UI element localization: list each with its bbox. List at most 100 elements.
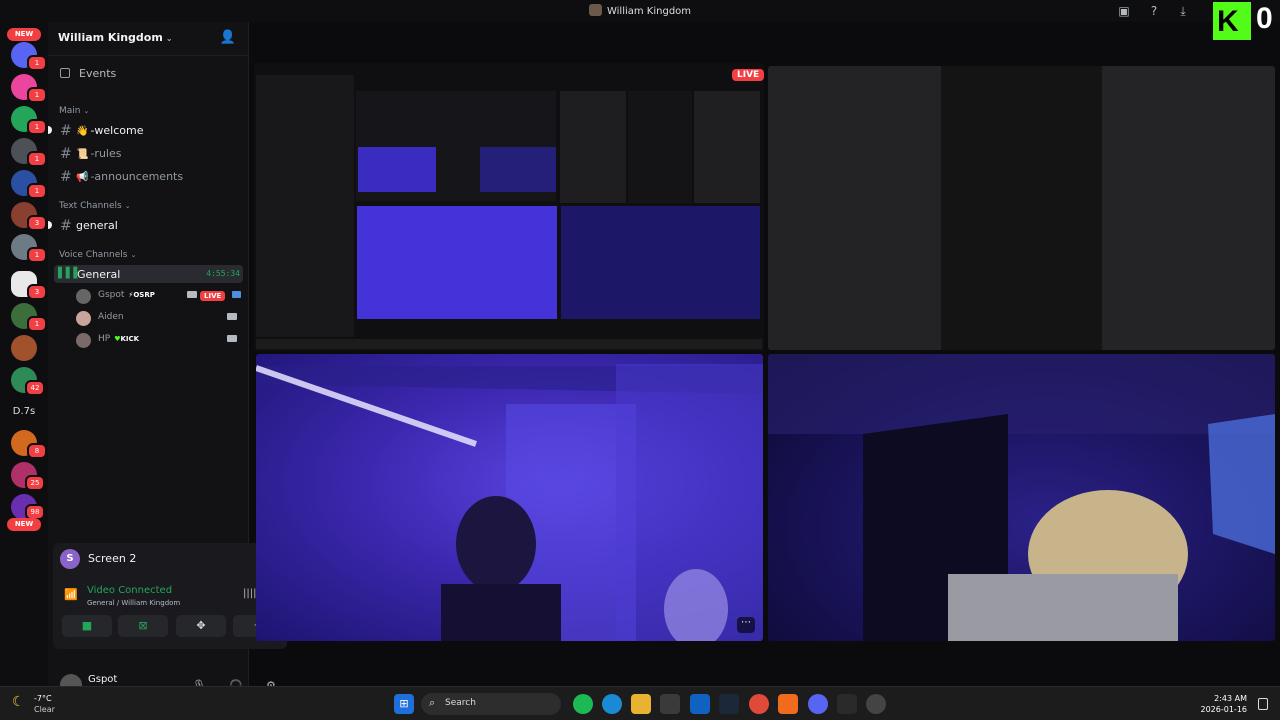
spotify-icon[interactable]	[573, 694, 593, 714]
hash-icon: #	[60, 169, 72, 185]
user-name: Gspot	[98, 290, 125, 300]
voice-user-hp[interactable]: HP ♥KICK	[76, 332, 241, 348]
invite-member-icon[interactable]: 👤	[220, 30, 236, 45]
camera-tile-user-1[interactable]	[256, 354, 763, 641]
server-badge: 1	[27, 55, 47, 71]
live-badge: LIVE	[200, 291, 226, 301]
channel-name: -rules	[90, 147, 122, 160]
unread-indicator	[48, 221, 52, 229]
window-title: William Kingdom	[0, 4, 1280, 17]
windows-taskbar: ☾ -7°C Clear ⊞ ⌕ Search 2:43 AM 2026-01-…	[0, 686, 1280, 720]
channel-name: -welcome	[90, 124, 144, 137]
channel-name: -announcements	[90, 170, 184, 183]
kick-logo: K	[1213, 2, 1251, 40]
server-badge: 1	[27, 247, 47, 263]
steam-icon[interactable]	[719, 694, 739, 714]
events-label: Events	[79, 67, 117, 80]
help-icon[interactable]: ?	[1146, 3, 1162, 19]
webcam-scene	[256, 364, 763, 641]
voice-user-name: Aiden	[98, 312, 124, 322]
category-label: Main	[59, 106, 81, 116]
screen-name: Screen 2	[88, 552, 137, 565]
server-text-d7s[interactable]: D.7s	[0, 406, 48, 417]
ableton-icon[interactable]	[778, 694, 798, 714]
terminal-icon[interactable]	[837, 694, 857, 714]
server-badge: 1	[27, 183, 47, 199]
events-link[interactable]: Events	[60, 67, 116, 80]
tag-text: KICK	[120, 335, 140, 343]
category-voice-channels[interactable]: Voice Channels ⌄	[59, 250, 136, 260]
avatar	[76, 289, 91, 304]
divider	[48, 55, 249, 56]
search-icon: ⌕	[429, 696, 436, 709]
channel-general[interactable]: # general	[60, 218, 118, 234]
channel-announcements[interactable]: # 📢 -announcements	[60, 169, 183, 185]
edge-icon[interactable]	[602, 694, 622, 714]
discord-icon[interactable]	[808, 694, 828, 714]
window-title-text: William Kingdom	[606, 6, 692, 17]
camera-button[interactable]: ■	[62, 615, 112, 637]
clock-time[interactable]: 2:43 AM	[1214, 694, 1247, 703]
channel-welcome[interactable]: # 👋 -welcome	[60, 123, 144, 139]
server-badge: 25	[25, 475, 45, 491]
desktop: William Kingdom ▣ ? ⤓ K 0 NEW 1 1 1 1 1 …	[0, 0, 1280, 720]
notification-icon[interactable]	[1258, 698, 1268, 710]
more-options-button[interactable]: ⋯	[737, 617, 755, 633]
server-badge: 8	[27, 443, 47, 459]
voice-channel-general[interactable]: ▌▌▌ General 4:55:34	[54, 265, 243, 283]
video-column	[941, 66, 1102, 350]
windows-start-icon[interactable]: ⊞	[394, 694, 414, 714]
server-badge: 3	[27, 215, 47, 231]
category-main[interactable]: Main ⌄	[59, 106, 89, 116]
camera-icon	[187, 291, 197, 298]
hash-icon: #	[60, 218, 72, 234]
store-icon[interactable]	[660, 694, 680, 714]
video-column	[768, 66, 941, 350]
channel-rules[interactable]: # 📜 -rules	[60, 146, 121, 162]
unread-indicator	[48, 126, 52, 134]
voice-user-gspot[interactable]: Gspot ⚡OSRP LIVE	[76, 288, 241, 304]
server-badge: 42	[25, 380, 45, 396]
camera-tile-dark[interactable]	[768, 66, 1275, 350]
hash-icon: #	[60, 146, 72, 162]
user-name[interactable]: Gspot	[88, 674, 117, 685]
server-orange-icon[interactable]	[11, 335, 37, 361]
noise-suppression-icon[interactable]: ||||	[243, 588, 256, 599]
moon-weather-icon[interactable]: ☾	[12, 694, 25, 710]
guild-header[interactable]: William Kingdom ⌄	[58, 31, 173, 44]
server-badge: 1	[27, 316, 47, 332]
voice-user-aiden[interactable]: Aiden	[76, 310, 241, 326]
guild-name: William Kingdom	[58, 31, 163, 44]
activities-button[interactable]: ✥	[176, 615, 226, 637]
file-explorer-icon[interactable]	[631, 694, 651, 714]
new-pill[interactable]: NEW	[7, 28, 41, 41]
channel-emoji: 👋	[76, 126, 89, 137]
connection-status[interactable]: Video Connected	[87, 585, 172, 596]
download-icon[interactable]: ⤓	[1175, 3, 1191, 19]
new-pill[interactable]: NEW	[7, 518, 41, 531]
weather-temperature[interactable]: -7°C	[34, 694, 52, 703]
server-icon	[588, 4, 602, 16]
screen-share-tile[interactable]	[254, 63, 764, 351]
tag-text: OSRP	[133, 291, 155, 299]
screen-avatar: S	[60, 549, 80, 569]
outlook-icon[interactable]	[690, 694, 710, 714]
inbox-icon[interactable]: ▣	[1116, 3, 1132, 19]
screen-share-button[interactable]: ⊠	[118, 615, 168, 637]
kick-viewer-count: 0	[1256, 2, 1273, 35]
webcam-scene	[768, 354, 1275, 641]
clock-date[interactable]: 2026-01-16	[1201, 705, 1248, 714]
live-badge: LIVE	[732, 69, 765, 81]
server-badge: 3	[27, 284, 47, 300]
camera-icon	[227, 313, 237, 320]
server-badge: 1	[27, 119, 47, 135]
voice-elapsed: 4:55:34	[206, 269, 240, 278]
category-text-channels[interactable]: Text Channels ⌄	[59, 201, 131, 211]
app-icon[interactable]	[866, 694, 886, 714]
chrome-icon[interactable]	[749, 694, 769, 714]
camera-tile-user-2[interactable]	[768, 354, 1275, 641]
channel-emoji: 📢	[76, 172, 89, 183]
taskbar-search[interactable]: ⌕ Search	[421, 693, 561, 715]
weather-condition[interactable]: Clear	[34, 705, 55, 714]
signal-icon[interactable]: 📶	[64, 588, 78, 601]
